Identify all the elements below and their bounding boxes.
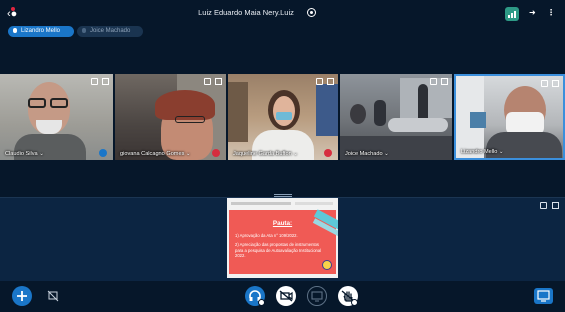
presentation-icon — [537, 290, 550, 302]
fullscreen-icon[interactable] — [441, 78, 448, 85]
participant-name: giovana Calcagno Gomes ⌄ — [120, 151, 191, 157]
slide-item: 1) Aprovação da Ata n° 109/2022. — [235, 233, 298, 238]
fullscreen-icon[interactable] — [102, 78, 109, 85]
video-feed — [115, 74, 226, 160]
participant-name: Joice Machado ⌄ — [345, 151, 389, 157]
talking-indicator[interactable]: Joice Machado — [77, 26, 143, 37]
video-tile[interactable]: Jaqueline Garda Buffon ⌄ — [228, 74, 338, 160]
video-tile[interactable]: Claudio Silva ⌄ — [0, 74, 113, 160]
talking-name: Joice Machado — [90, 28, 131, 34]
screenshare-icon — [311, 291, 323, 302]
reactions-icon[interactable] — [351, 299, 358, 306]
presentation-toggle-button[interactable] — [44, 287, 62, 305]
resize-handle[interactable] — [274, 194, 292, 197]
leave-icon[interactable]: ➜ — [529, 8, 536, 18]
expand-icon[interactable] — [540, 202, 547, 209]
video-button[interactable] — [276, 286, 296, 306]
participant-name: Claudio Silva ⌄ — [5, 151, 44, 157]
fullscreen-icon[interactable] — [327, 78, 334, 85]
institution-seal-icon — [322, 260, 332, 270]
video-strip: Claudio Silva ⌄ giovana Calcagno Gomes ⌄… — [0, 74, 565, 160]
fullscreen-icon[interactable] — [552, 202, 559, 209]
connection-status-icon[interactable] — [505, 7, 519, 21]
slide-header-bar — [231, 202, 291, 205]
mic-muted-icon — [212, 149, 220, 157]
recording-icon[interactable] — [307, 8, 316, 17]
video-tile[interactable]: giovana Calcagno Gomes ⌄ — [115, 74, 226, 160]
video-feed — [0, 74, 113, 160]
presentation-slide: Pauta: 1) Aprovação da Ata n° 109/2022. … — [227, 198, 338, 278]
participant-name: Jaqueline Garda Buffon ⌄ — [233, 151, 298, 157]
mic-icon — [82, 28, 86, 33]
restore-presentation-button[interactable] — [534, 288, 553, 304]
expand-icon[interactable] — [316, 78, 323, 85]
options-menu-icon[interactable]: ⋮ — [547, 8, 555, 18]
talking-name: Lizandro Mello — [21, 28, 61, 34]
expand-icon[interactable] — [541, 80, 548, 87]
screenshare-button[interactable] — [307, 286, 327, 306]
video-tile[interactable]: Joice Machado ⌄ — [340, 74, 452, 160]
talking-indicator[interactable]: Lizandro Mello — [8, 26, 74, 37]
audio-settings-icon[interactable] — [258, 299, 265, 306]
video-feed — [228, 74, 338, 160]
mic-icon — [13, 28, 17, 33]
slide-header-bar — [295, 202, 333, 205]
top-bar: ‹● Luiz Eduardo Maia Nery.Luiz ➜ ⋮ Lizan… — [0, 0, 565, 46]
video-feed — [456, 76, 563, 158]
plus-icon — [17, 291, 27, 301]
video-off-icon — [279, 290, 293, 302]
mic-on-icon — [99, 149, 107, 157]
meeting-title: Luiz Eduardo Maia Nery.Luiz — [198, 8, 294, 17]
expand-icon[interactable] — [91, 78, 98, 85]
expand-icon[interactable] — [204, 78, 211, 85]
fullscreen-icon[interactable] — [552, 80, 559, 87]
presentation-off-icon — [47, 290, 59, 302]
fullscreen-icon[interactable] — [215, 78, 222, 85]
video-feed — [340, 74, 452, 160]
mic-muted-icon — [324, 149, 332, 157]
video-tile-speaking[interactable]: Lizandro Mello ⌄ — [454, 74, 565, 160]
expand-icon[interactable] — [430, 78, 437, 85]
participant-name: Lizandro Mello ⌄ — [461, 149, 504, 155]
actions-button[interactable] — [12, 286, 32, 306]
slide-item: 2) Apreciação das propostas de instrumen… — [235, 242, 322, 259]
slide-title: Pauta: — [272, 220, 293, 227]
